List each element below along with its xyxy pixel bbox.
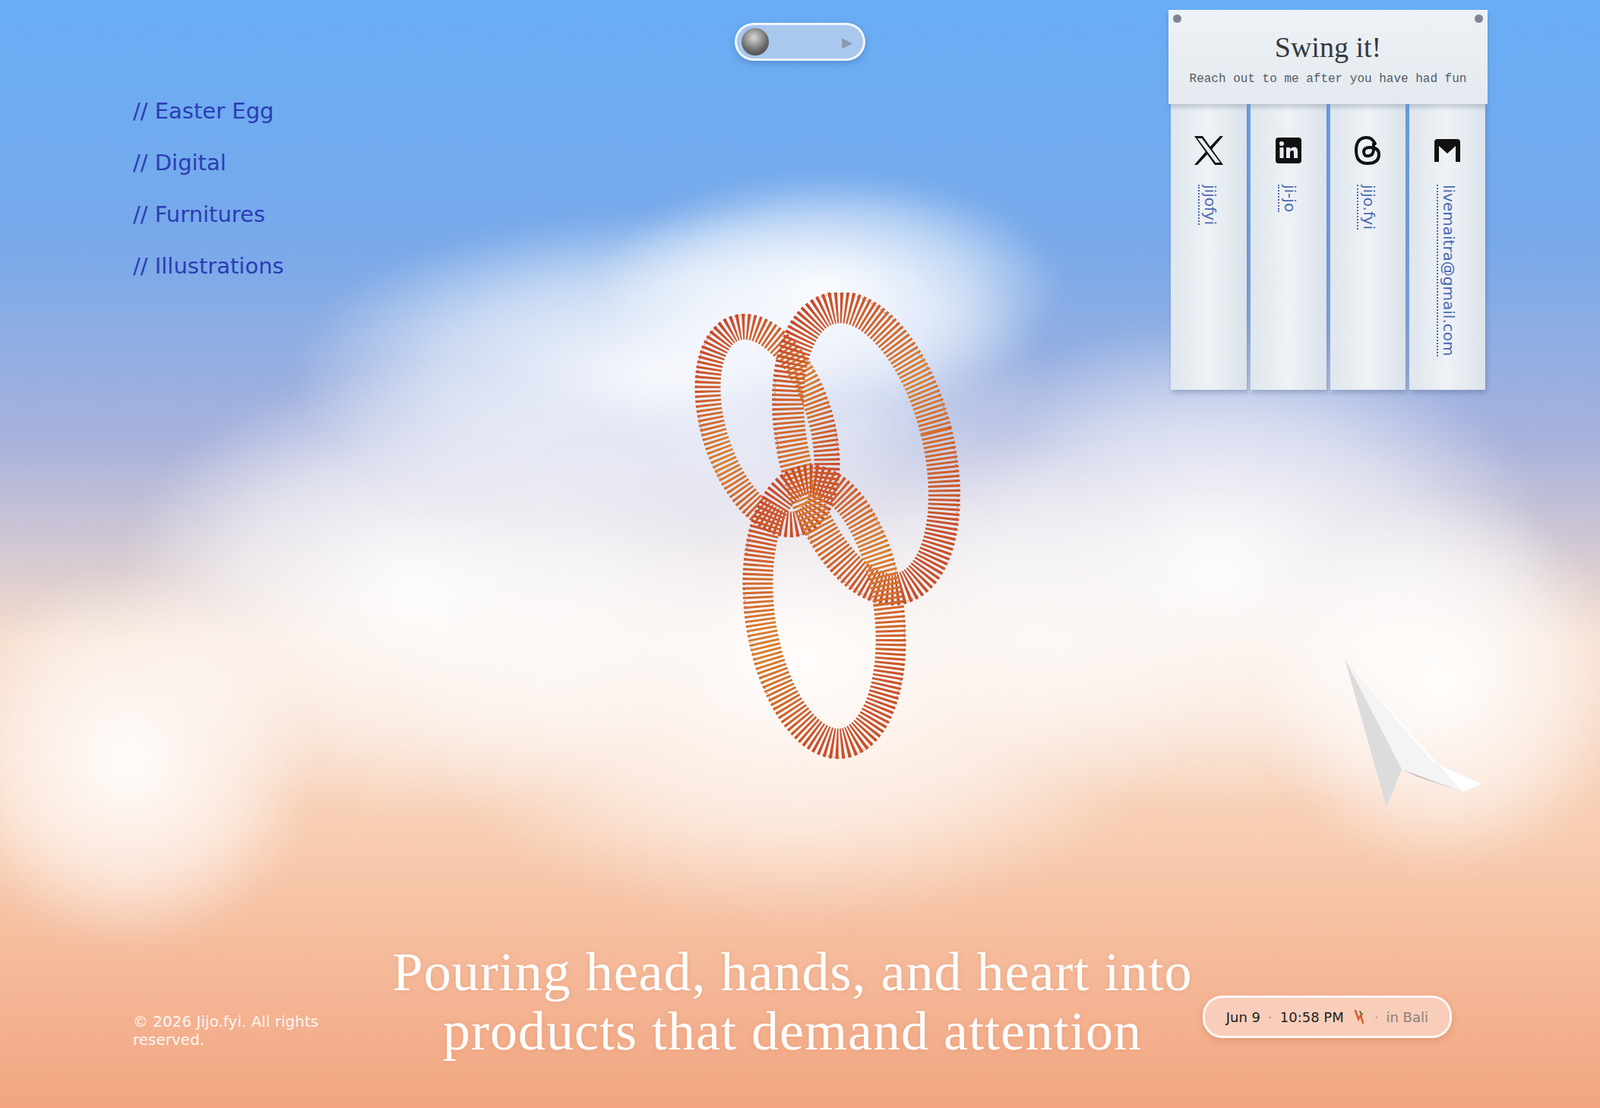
linkedin-icon xyxy=(1271,132,1306,168)
pin-icon xyxy=(1173,14,1182,23)
separator: · xyxy=(1374,1008,1379,1025)
play-button[interactable]: ▶ xyxy=(841,34,853,51)
link-strips: jijofyi ji-jo jijo.fyi livemaitra@gmail.com xyxy=(1168,104,1488,390)
social-link[interactable]: jijofyi xyxy=(1170,104,1247,390)
contact-card: Swing it! Reach out to me after you have … xyxy=(1168,9,1488,390)
link-handle[interactable]: livemaitra@gmail.com xyxy=(1436,184,1458,357)
paper-plane[interactable] xyxy=(1340,654,1486,815)
status-wrap: Jun 9 · 10:58 PM · in Bali xyxy=(1192,995,1452,1061)
knot-icon xyxy=(679,292,984,764)
headline-line: Pouring head, hands, and heart into xyxy=(392,942,1193,1002)
card-subtitle: Reach out to me after you have had fun xyxy=(1176,72,1480,86)
music-player[interactable]: ▶ xyxy=(734,22,866,61)
threads-icon xyxy=(1350,132,1385,168)
link-handle[interactable]: jijo.fyi xyxy=(1356,184,1379,230)
social-link[interactable]: jijo.fyi xyxy=(1330,104,1407,390)
plane-icon xyxy=(1340,654,1486,815)
x-icon xyxy=(1191,132,1227,168)
card-title: Swing it! xyxy=(1176,29,1480,65)
status-pill: Jun 9 · 10:58 PM · in Bali xyxy=(1202,995,1452,1038)
avatar-icon xyxy=(741,28,769,56)
link-handle[interactable]: ji-jo xyxy=(1277,184,1300,212)
card-header: Swing it! Reach out to me after you have … xyxy=(1168,9,1488,105)
pin-icon xyxy=(1474,14,1484,23)
link-handle[interactable]: jijofyi xyxy=(1198,184,1220,225)
time: 10:58 PM xyxy=(1280,1008,1344,1025)
copyright-wrap: © 2026 Jijo.fyi. All rights reserved. xyxy=(132,1011,393,1061)
mail-icon xyxy=(1429,132,1465,168)
location: in Bali xyxy=(1385,1008,1429,1025)
knot-figure[interactable] xyxy=(679,292,984,764)
date: Jun 9 xyxy=(1226,1008,1261,1025)
social-link[interactable]: livemaitra@gmail.com xyxy=(1409,104,1486,390)
social-link[interactable]: ji-jo xyxy=(1250,104,1327,390)
footer: © 2026 Jijo.fyi. All rights reserved.Pou… xyxy=(0,942,1600,1108)
separator: · xyxy=(1267,1008,1273,1025)
copyright: © 2026 Jijo.fyi. All rights reserved. xyxy=(132,1011,393,1061)
headline: Pouring head, hands, and heart intoprodu… xyxy=(392,942,1193,1061)
chili-icon xyxy=(1351,1008,1367,1025)
headline-line: products that demand attention xyxy=(392,1001,1193,1061)
